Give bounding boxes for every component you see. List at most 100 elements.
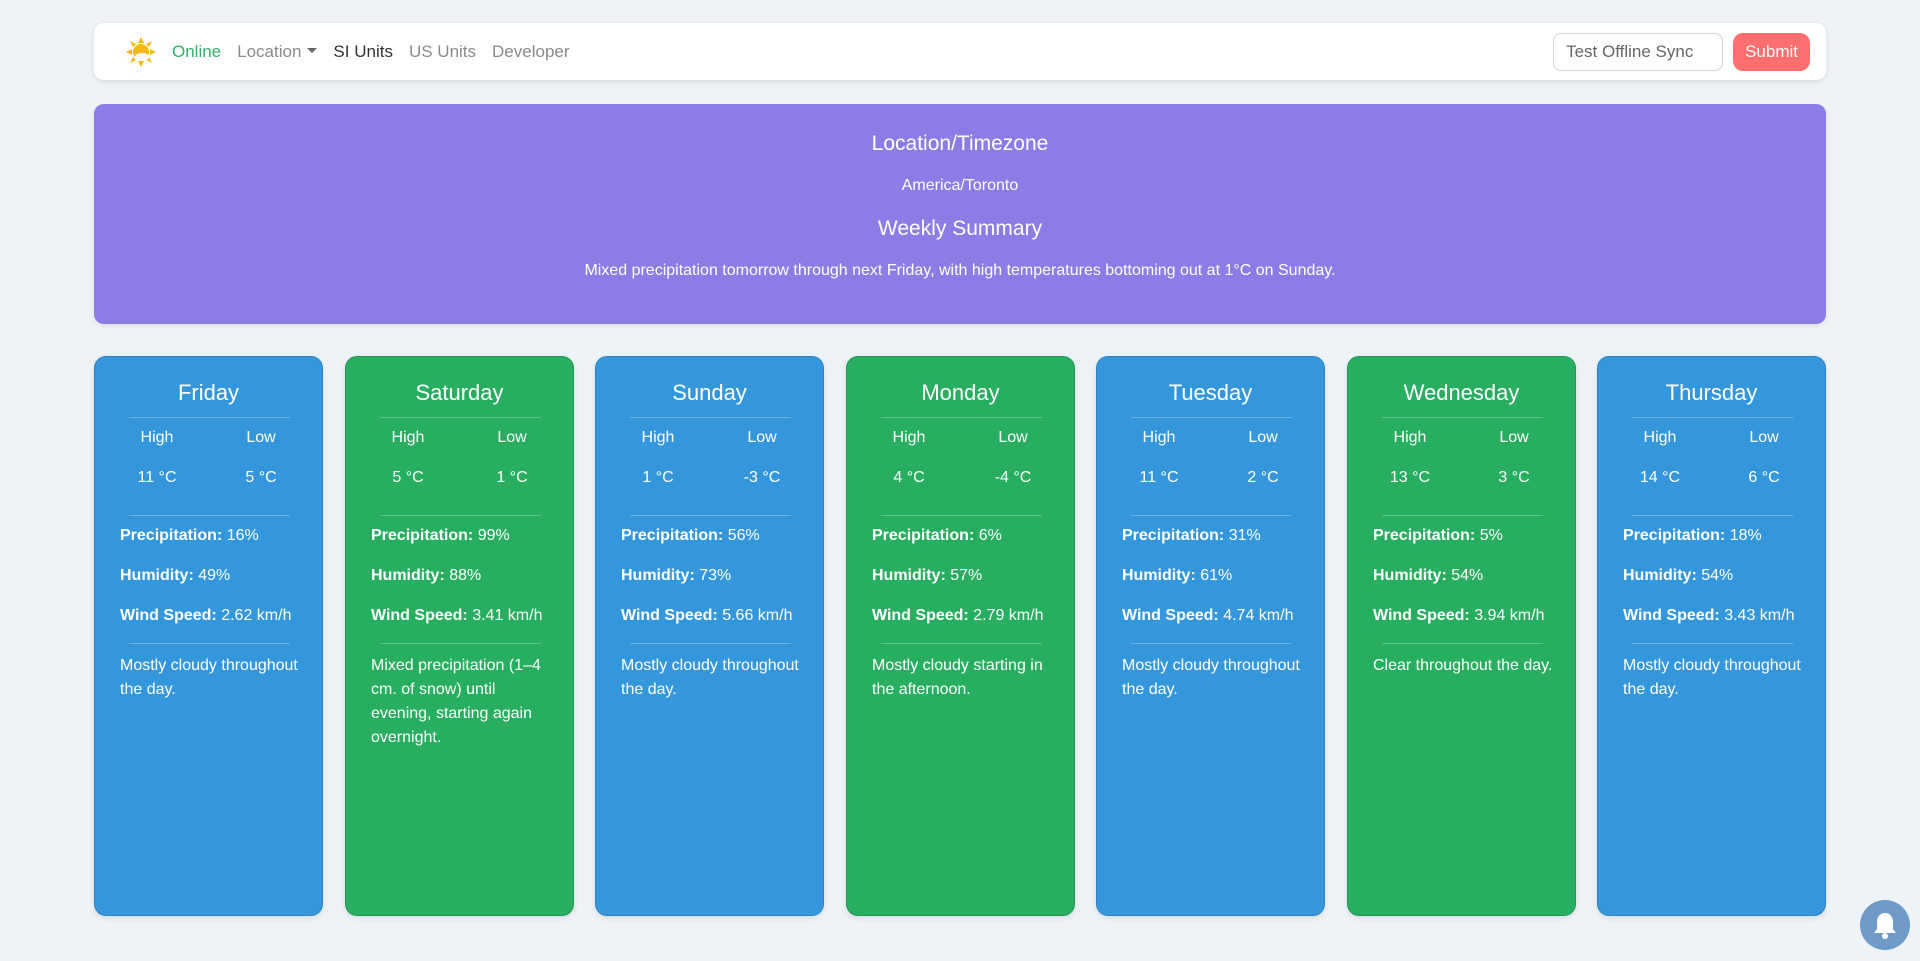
humidity-label: Humidity: xyxy=(872,567,946,584)
wind-speed-stat: Wind Speed: 3.94 km/h xyxy=(1373,607,1544,625)
humidity-stat: Humidity: 73% xyxy=(621,567,731,585)
humidity-value: 61% xyxy=(1200,567,1233,584)
high-temp: 11 °C xyxy=(1139,469,1179,486)
day-description: Mixed precipitation (1–4 cm. of snow) un… xyxy=(371,657,541,746)
humidity-label: Humidity: xyxy=(120,567,194,584)
humidity-stat: Humidity: 88% xyxy=(371,567,481,585)
divider xyxy=(1632,417,1793,418)
precipitation-value: 16% xyxy=(226,527,259,544)
precipitation-stat: Precipitation: 5% xyxy=(1373,527,1503,545)
precipitation-value: 56% xyxy=(727,527,760,544)
divider xyxy=(630,515,791,516)
sun-cloud-logo-icon[interactable] xyxy=(124,35,158,69)
si-units-link[interactable]: SI Units xyxy=(333,42,393,62)
wind-speed-value: 2.62 km/h xyxy=(221,607,292,624)
location-dropdown[interactable]: Location xyxy=(237,42,318,62)
divider xyxy=(1382,643,1543,644)
high-temp: 5 °C xyxy=(392,469,424,486)
wind-speed-value: 4.74 km/h xyxy=(1223,607,1294,624)
summary-banner: Location/Timezone America/Toronto Weekly… xyxy=(94,104,1826,324)
us-units-link[interactable]: US Units xyxy=(409,42,476,62)
divider xyxy=(1131,643,1292,644)
divider xyxy=(1131,417,1292,418)
humidity-value: 73% xyxy=(699,567,732,584)
day-card-tuesday: Tuesday High Low 11 °C 2 °C Precipitation: 31… xyxy=(1096,356,1325,916)
divider xyxy=(881,417,1042,418)
high-temp: 1 °C xyxy=(642,469,674,486)
notification-bell-button[interactable] xyxy=(1860,900,1910,950)
day-card-thursday: Thursday High Low 14 °C 6 °C Precipitation: 1… xyxy=(1597,356,1826,916)
humidity-value: 88% xyxy=(449,567,482,584)
wind-speed-label: Wind Speed: xyxy=(621,607,718,624)
day-description: Clear throughout the day. xyxy=(1373,657,1553,674)
divider xyxy=(630,417,791,418)
status-online-link[interactable]: Online xyxy=(172,42,221,62)
low-label: Low xyxy=(1248,429,1278,446)
high-label: High xyxy=(1142,429,1176,446)
wind-speed-label: Wind Speed: xyxy=(1122,607,1219,624)
divider xyxy=(380,643,541,644)
low-label: Low xyxy=(246,429,276,446)
wind-speed-stat: Wind Speed: 5.66 km/h xyxy=(621,607,792,625)
weekly-summary-text: Mixed precipitation tomorrow through nex… xyxy=(584,262,1336,279)
weekly-summary-title: Weekly Summary xyxy=(877,217,1043,240)
precipitation-value: 5% xyxy=(1479,527,1503,544)
humidity-label: Humidity: xyxy=(621,567,695,584)
high-label: High xyxy=(641,429,675,446)
humidity-stat: Humidity: 49% xyxy=(120,567,230,585)
low-label: Low xyxy=(747,429,777,446)
low-temp: -4 °C xyxy=(994,469,1032,486)
wind-speed-label: Wind Speed: xyxy=(872,607,969,624)
day-name: Wednesday xyxy=(1403,380,1520,405)
divider xyxy=(129,643,290,644)
developer-link[interactable]: Developer xyxy=(492,42,570,62)
divider xyxy=(1131,515,1292,516)
humidity-label: Humidity: xyxy=(1623,567,1697,584)
day-description: Mostly cloudy throughout the day. xyxy=(1623,657,1801,698)
wind-speed-stat: Wind Speed: 3.43 km/h xyxy=(1623,607,1794,625)
low-temp: -3 °C xyxy=(743,469,781,486)
wind-speed-stat: Wind Speed: 2.62 km/h xyxy=(120,607,291,625)
divider xyxy=(881,515,1042,516)
divider xyxy=(129,417,290,418)
precipitation-stat: Precipitation: 56% xyxy=(621,527,760,545)
offline-sync-input[interactable] xyxy=(1553,32,1724,71)
caret-down-icon xyxy=(307,47,318,53)
humidity-value: 49% xyxy=(198,567,231,584)
forecast-cards: Friday High Low 11 °C 5 °C Precipitation: 16%… xyxy=(94,356,1826,916)
wind-speed-label: Wind Speed: xyxy=(120,607,217,624)
divider xyxy=(129,515,290,516)
humidity-value: 54% xyxy=(1451,567,1484,584)
low-label: Low xyxy=(497,429,527,446)
precipitation-value: 31% xyxy=(1228,527,1261,544)
wind-speed-stat: Wind Speed: 2.79 km/h xyxy=(872,607,1043,625)
divider xyxy=(881,643,1042,644)
day-name: Thursday xyxy=(1665,380,1758,405)
humidity-value: 57% xyxy=(950,567,983,584)
wind-speed-value: 2.79 km/h xyxy=(973,607,1044,624)
day-card-saturday: Saturday High Low 5 °C 1 °C Precipitation: 99… xyxy=(345,356,574,916)
precipitation-stat: Precipitation: 99% xyxy=(371,527,510,545)
wind-speed-label: Wind Speed: xyxy=(371,607,468,624)
precipitation-label: Precipitation: xyxy=(1373,527,1476,544)
humidity-stat: Humidity: 61% xyxy=(1122,567,1232,585)
low-temp: 1 °C xyxy=(496,469,528,486)
high-temp: 4 °C xyxy=(893,469,925,486)
day-card-monday: Monday High Low 4 °C -4 °C Precipitation: 6% H… xyxy=(846,356,1075,916)
humidity-value: 54% xyxy=(1701,567,1734,584)
low-label: Low xyxy=(1499,429,1529,446)
precipitation-stat: Precipitation: 16% xyxy=(120,527,259,545)
precipitation-label: Precipitation: xyxy=(621,527,724,544)
divider xyxy=(1632,515,1793,516)
day-name: Saturday xyxy=(415,380,504,405)
precipitation-label: Precipitation: xyxy=(1122,527,1225,544)
precipitation-label: Precipitation: xyxy=(371,527,474,544)
precipitation-label: Precipitation: xyxy=(1623,527,1726,544)
wind-speed-label: Wind Speed: xyxy=(1623,607,1720,624)
day-card-sunday: Sunday High Low 1 °C -3 °C Precipitation: 56%… xyxy=(595,356,824,916)
wind-speed-value: 5.66 km/h xyxy=(722,607,793,624)
high-label: High xyxy=(140,429,174,446)
high-temp: 13 °C xyxy=(1389,469,1431,486)
submit-button[interactable]: Submit xyxy=(1733,32,1810,71)
divider xyxy=(380,417,541,418)
